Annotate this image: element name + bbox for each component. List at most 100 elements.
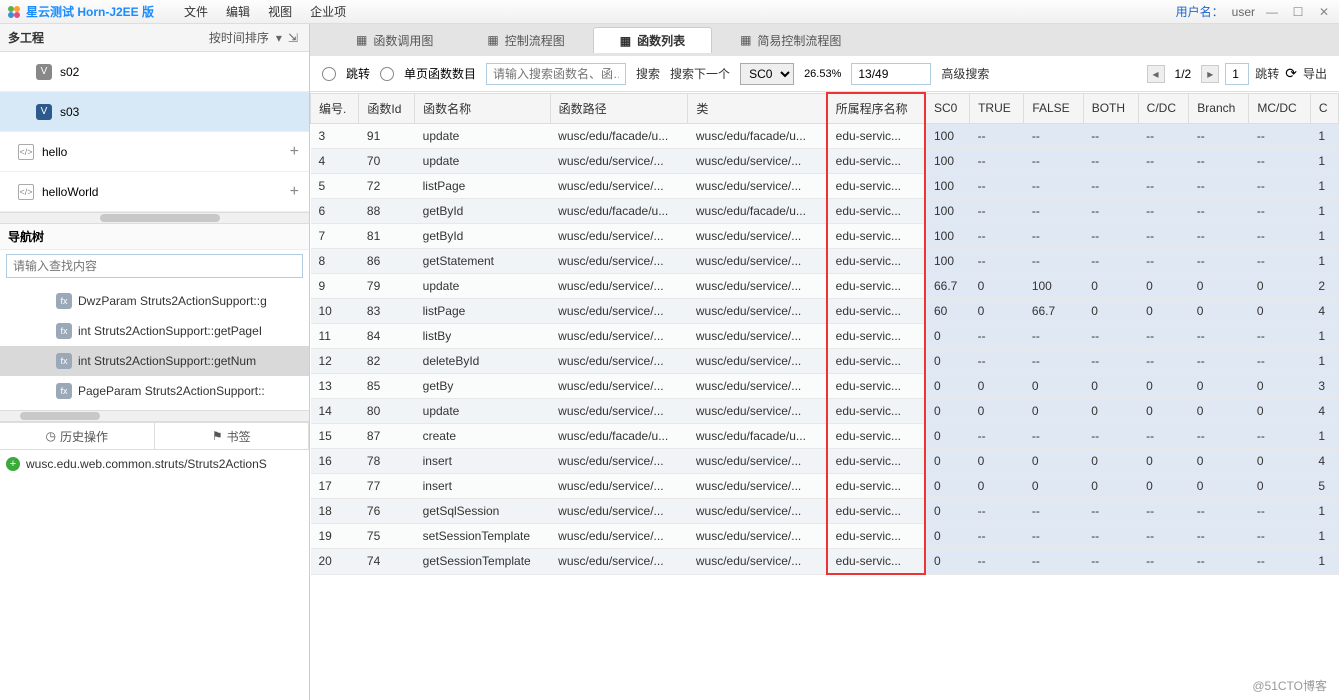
refresh-icon[interactable]: ⟳ [1285, 65, 1297, 82]
sidebar-header: 多工程 按时间排序 ▾ ⇲ [0, 24, 309, 52]
table-row[interactable]: 1083listPagewusc/edu/service/...wusc/edu… [311, 299, 1339, 324]
col-header[interactable]: MC/DC [1249, 93, 1311, 124]
sort-dropdown-icon[interactable]: ▾ [273, 31, 285, 45]
advanced-search[interactable]: 高级搜索 [941, 65, 989, 82]
cell: edu-servic... [827, 224, 925, 249]
menu-enterprise[interactable]: 企业项 [310, 3, 346, 20]
sc-select[interactable]: SC0 [740, 63, 794, 85]
main-tab[interactable]: ▦简易控制流程图 [714, 27, 867, 53]
col-header[interactable]: 类 [688, 93, 827, 124]
horizontal-scrollbar[interactable] [0, 212, 309, 224]
search-input[interactable] [486, 63, 626, 85]
fraction-input[interactable] [851, 63, 931, 85]
maximize-icon[interactable]: ☐ [1289, 5, 1307, 19]
nav-node[interactable]: fxDwzParam Struts2ActionSupport::g [0, 286, 309, 316]
table-row[interactable]: 1975setSessionTemplatewusc/edu/service/.… [311, 524, 1339, 549]
sidebar-action-icon[interactable]: ⇲ [285, 31, 301, 45]
search-next-button[interactable]: 搜索下一个 [670, 65, 730, 82]
search-button[interactable]: 搜索 [636, 65, 660, 82]
table-row[interactable]: 572listPagewusc/edu/service/...wusc/edu/… [311, 174, 1339, 199]
table-row[interactable]: 1587createwusc/edu/facade/u...wusc/edu/f… [311, 424, 1339, 449]
minimize-icon[interactable]: — [1263, 5, 1281, 19]
col-header[interactable]: C [1310, 93, 1338, 124]
main-tab[interactable]: ▦函数调用图 [330, 27, 459, 53]
tab-history[interactable]: ◷历史操作 [0, 423, 155, 449]
scrollbar-thumb[interactable] [20, 412, 100, 420]
table-row[interactable]: 1480updatewusc/edu/service/...wusc/edu/s… [311, 399, 1339, 424]
table-row[interactable]: 1385getBywusc/edu/service/...wusc/edu/se… [311, 374, 1339, 399]
nav-node[interactable]: fxint Struts2ActionSupport::getPageI [0, 316, 309, 346]
nav-node[interactable]: fxint Struts2ActionSupport::getNum [0, 346, 309, 376]
export-button[interactable]: 导出 [1303, 65, 1327, 82]
add-icon[interactable]: + [290, 183, 299, 201]
cell: -- [1083, 349, 1138, 374]
page-input[interactable] [1225, 63, 1249, 85]
cell: -- [1249, 249, 1311, 274]
nav-node[interactable]: fxPageParam Struts2ActionSupport:: [0, 376, 309, 406]
project-item-helloworld[interactable]: </>helloWorld+ [0, 172, 309, 212]
add-icon[interactable]: + [290, 143, 299, 161]
col-header[interactable]: Branch [1189, 93, 1249, 124]
table-row[interactable]: 1876getSqlSessionwusc/edu/service/...wus… [311, 499, 1339, 524]
table-row[interactable]: 1678insertwusc/edu/service/...wusc/edu/s… [311, 449, 1339, 474]
page-indicator: 1/2 [1171, 67, 1196, 81]
table-row[interactable]: 2074getSessionTemplatewusc/edu/service/.… [311, 549, 1339, 575]
bookmark-item[interactable]: + wusc.edu.web.common.struts/Struts2Acti… [0, 450, 309, 478]
go-page-button[interactable]: 跳转 [1255, 65, 1279, 82]
col-header[interactable]: C/DC [1138, 93, 1189, 124]
main-tab[interactable]: ▦函数列表 [593, 27, 712, 53]
sort-label[interactable]: 按时间排序 [209, 29, 269, 46]
table-row[interactable]: 1184listBywusc/edu/service/...wusc/edu/s… [311, 324, 1339, 349]
cell: 75 [359, 524, 415, 549]
add-bookmark-icon[interactable]: + [6, 457, 20, 471]
table-row[interactable]: 979updatewusc/edu/service/...wusc/edu/se… [311, 274, 1339, 299]
close-icon[interactable]: ✕ [1315, 5, 1333, 19]
bookmark-icon: ⚑ [212, 429, 223, 443]
nav-search-input[interactable] [6, 254, 303, 278]
sidebar-title: 多工程 [8, 29, 44, 46]
col-header[interactable]: BOTH [1083, 93, 1138, 124]
radio-jump[interactable] [322, 67, 336, 81]
table-row[interactable]: 1282deleteByIdwusc/edu/service/...wusc/e… [311, 349, 1339, 374]
table-row[interactable]: 886getStatementwusc/edu/service/...wusc/… [311, 249, 1339, 274]
table-row[interactable]: 688getByIdwusc/edu/facade/u...wusc/edu/f… [311, 199, 1339, 224]
col-header[interactable]: SC0 [925, 93, 970, 124]
cell: 2 [1310, 274, 1338, 299]
table-row[interactable]: 1777insertwusc/edu/service/...wusc/edu/s… [311, 474, 1339, 499]
prev-page-icon[interactable]: ◂ [1147, 65, 1165, 83]
horizontal-scrollbar[interactable] [0, 410, 309, 422]
col-header[interactable]: FALSE [1024, 93, 1083, 124]
project-item-s03[interactable]: Vs03 [0, 92, 309, 132]
tab-icon: ▦ [356, 33, 367, 47]
col-header[interactable]: 编号. [311, 93, 359, 124]
table-row[interactable]: 391updatewusc/edu/facade/u...wusc/edu/fa… [311, 124, 1339, 149]
tab-bookmark[interactable]: ⚑书签 [155, 423, 310, 449]
col-header[interactable]: 函数Id [359, 93, 415, 124]
table-row[interactable]: 781getByIdwusc/edu/service/...wusc/edu/s… [311, 224, 1339, 249]
col-header[interactable]: TRUE [970, 93, 1024, 124]
cell: -- [1083, 549, 1138, 575]
next-page-icon[interactable]: ▸ [1201, 65, 1219, 83]
cell: wusc/edu/facade/u... [688, 424, 827, 449]
menu-edit[interactable]: 编辑 [226, 3, 250, 20]
cell: 0 [1189, 449, 1249, 474]
radio-perpage[interactable] [380, 67, 394, 81]
cell: -- [970, 349, 1024, 374]
username-label: 用户名： [1176, 3, 1224, 20]
project-item-hello[interactable]: </>hello+ [0, 132, 309, 172]
main-tab[interactable]: ▦控制流程图 [461, 27, 590, 53]
cell: create [415, 424, 551, 449]
menu-view[interactable]: 视图 [268, 3, 292, 20]
cell: getBy [415, 374, 551, 399]
table-row[interactable]: 470updatewusc/edu/service/...wusc/edu/se… [311, 149, 1339, 174]
scrollbar-thumb[interactable] [100, 214, 220, 222]
cell: wusc/edu/service/... [688, 149, 827, 174]
menu-file[interactable]: 文件 [184, 3, 208, 20]
radio-perpage-label: 单页函数数目 [404, 65, 476, 82]
cell: 8 [311, 249, 359, 274]
col-header[interactable]: 函数名称 [415, 93, 551, 124]
col-header[interactable]: 函数路径 [550, 93, 688, 124]
project-item-s02[interactable]: Vs02 [0, 52, 309, 92]
cell: -- [1083, 149, 1138, 174]
col-header[interactable]: 所属程序名称 [827, 93, 925, 124]
